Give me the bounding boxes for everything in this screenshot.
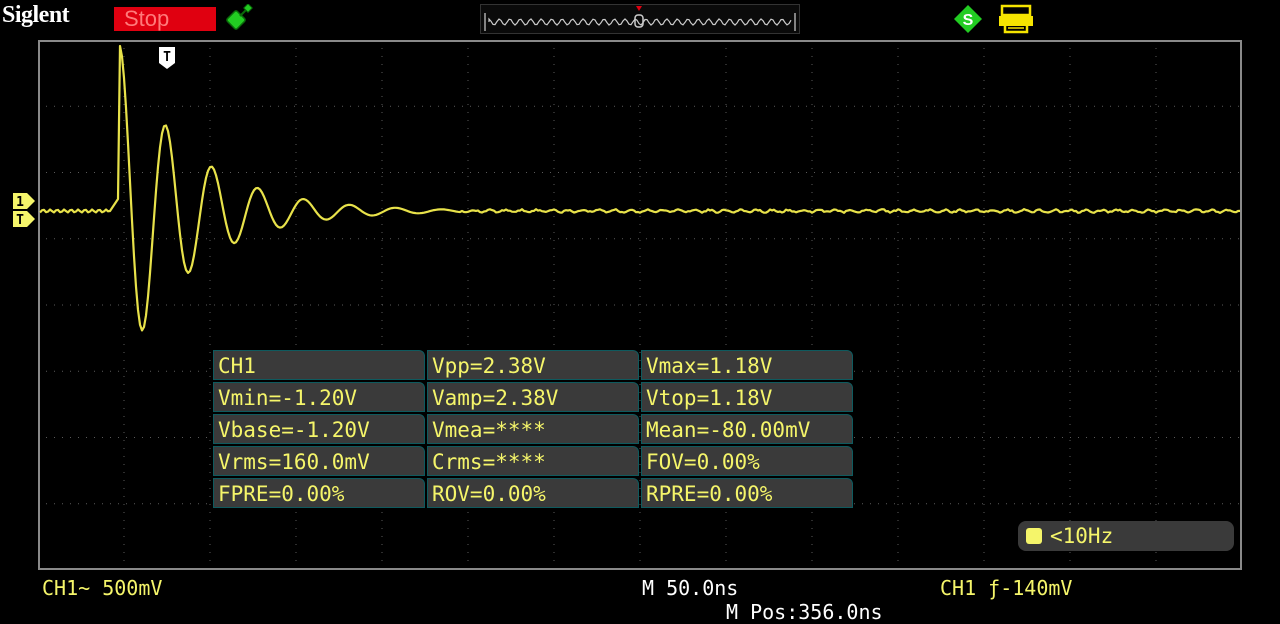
waveform-overview-bar[interactable] (480, 4, 800, 34)
trigger-status[interactable]: CH1 ƒ-140mV (940, 576, 1072, 600)
trigger-level-label: T (16, 213, 24, 228)
run-status-badge[interactable]: Stop (114, 7, 216, 31)
trigger-position-icon[interactable]: T (158, 46, 176, 70)
printer-icon[interactable] (996, 4, 1036, 34)
measurement-vamp[interactable]: Vamp=2.38V (427, 382, 639, 412)
overview-waveform (489, 19, 791, 25)
s-icon: S (948, 4, 988, 34)
brand-logo: Siglent (2, 2, 69, 29)
s-icon-label: S (963, 12, 974, 29)
frequency-value: <10Hz (1050, 521, 1113, 551)
horizontal-position[interactable]: M Pos:356.0ns (726, 600, 883, 624)
measurement-vrms[interactable]: Vrms=160.0mV (213, 446, 425, 476)
measurement-rpre[interactable]: RPRE=0.00% (641, 478, 853, 508)
measurement-channel[interactable]: CH1 (213, 350, 425, 380)
usb-icon (220, 4, 254, 34)
measurement-vmax[interactable]: Vmax=1.18V (641, 350, 853, 380)
channel-marker-label: 1 (16, 195, 24, 210)
trigger-position-label: T (163, 50, 171, 65)
frequency-icon (1026, 528, 1042, 544)
frequency-counter[interactable]: <10Hz (1018, 521, 1234, 551)
measurement-fov[interactable]: FOV=0.00% (641, 446, 853, 476)
measurement-vbase[interactable]: Vbase=-1.20V (213, 414, 425, 444)
measurement-vmin[interactable]: Vmin=-1.20V (213, 382, 425, 412)
measurement-rov[interactable]: ROV=0.00% (427, 478, 639, 508)
measurement-panel: CH1 Vpp=2.38V Vmax=1.18V Vmin=-1.20V Vam… (213, 349, 853, 509)
measurement-fpre[interactable]: FPRE=0.00% (213, 478, 425, 508)
measurement-vpp[interactable]: Vpp=2.38V (427, 350, 639, 380)
ch1-scale[interactable]: CH1~ 500mV (42, 576, 162, 600)
measurement-vtop[interactable]: Vtop=1.18V (641, 382, 853, 412)
measurement-vmea[interactable]: Vmea=**** (427, 414, 639, 444)
oscilloscope-screen: Siglent Stop S T 1 T CH1 Vpp=2.38V Vmax=… (0, 0, 1280, 624)
measurement-crms[interactable]: Crms=**** (427, 446, 639, 476)
timebase[interactable]: M 50.0ns (642, 576, 738, 600)
channel-marker-icon[interactable]: 1 T (12, 192, 36, 228)
measurement-mean[interactable]: Mean=-80.00mV (641, 414, 853, 444)
